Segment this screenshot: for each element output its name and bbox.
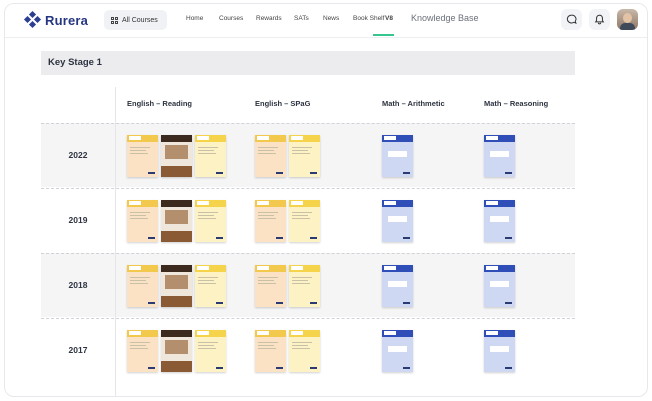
paper-cover[interactable] [382,200,413,242]
paper-cover[interactable] [195,330,226,372]
paper-cover[interactable] [289,265,320,307]
logo-text: Rurera [45,12,89,28]
paper-cover[interactable] [255,330,286,372]
paper-cover[interactable] [161,200,192,242]
row-divider [41,123,575,124]
cover-group [382,330,413,372]
nav-news[interactable]: News [323,15,339,22]
column-divider [115,87,116,396]
cover-group [255,200,320,242]
year-label: 2022 [68,150,88,160]
app-window: Rurera All Courses Home Courses Rewards … [4,3,648,397]
cover-group [382,200,413,242]
knowledge-base-link[interactable]: Knowledge Base [411,13,479,23]
column-header: Math – Arithmetic [382,99,445,108]
column-header: English – Reading [127,99,193,108]
all-courses-button[interactable]: All Courses [104,10,167,30]
nav-book-shelf[interactable]: Book Shelf [353,15,384,22]
nav-rewards[interactable]: Rewards [256,15,282,22]
paper-cover[interactable] [382,135,413,177]
papers-grid: English – Reading English – SPaG Math – … [41,87,575,396]
nav-home[interactable]: Home [186,15,203,22]
logo[interactable]: Rurera [23,10,89,29]
paper-cover[interactable] [289,330,320,372]
paper-cover[interactable] [255,135,286,177]
cover-group [255,135,320,177]
paper-cover[interactable] [127,265,158,307]
paper-cover[interactable] [195,200,226,242]
logo-icon [23,10,42,29]
grid-icon [111,16,118,24]
cover-group [127,135,226,177]
cover-group [484,330,515,372]
paper-cover[interactable] [289,200,320,242]
chat-button[interactable] [561,9,582,30]
cover-group [484,265,515,307]
column-header: Math – Reasoning [484,99,549,108]
paper-cover[interactable] [382,330,413,372]
row-divider [41,188,575,189]
main-content: Key Stage 1 English – Reading English – … [5,39,647,396]
stage-title: Key Stage 1 [41,51,575,75]
paper-cover[interactable] [289,135,320,177]
all-courses-label: All Courses [122,16,158,24]
paper-cover[interactable] [484,200,515,242]
chat-icon [566,14,577,25]
cover-group [127,200,226,242]
avatar[interactable] [617,9,638,30]
row-divider [41,253,575,254]
paper-cover[interactable] [127,200,158,242]
paper-cover[interactable] [195,265,226,307]
nav-sats[interactable]: SATs [294,15,309,22]
year-label: 2019 [68,215,88,225]
cover-group [484,135,515,177]
paper-cover[interactable] [127,330,158,372]
bell-icon [594,14,605,25]
cover-group [255,330,320,372]
nav-courses[interactable]: Courses [219,15,243,22]
paper-cover[interactable] [484,265,515,307]
paper-cover[interactable] [382,265,413,307]
row-divider [41,318,575,319]
year-label: 2018 [68,280,88,290]
paper-cover[interactable] [255,265,286,307]
column-header: English – SPaG [255,99,311,108]
paper-cover[interactable] [195,135,226,177]
paper-cover[interactable] [161,135,192,177]
cover-group [127,330,226,372]
cover-group [382,265,413,307]
cover-group [255,265,320,307]
cover-group [127,265,226,307]
top-header: Rurera All Courses Home Courses Rewards … [5,4,647,38]
notifications-button[interactable] [589,9,610,30]
nav-badge: V8 [385,15,393,22]
cover-group [382,135,413,177]
nav-active-indicator [373,34,394,36]
cover-group [484,200,515,242]
paper-cover[interactable] [484,330,515,372]
paper-cover[interactable] [161,265,192,307]
paper-cover[interactable] [127,135,158,177]
paper-cover[interactable] [484,135,515,177]
year-label: 2017 [68,345,88,355]
paper-cover[interactable] [161,330,192,372]
paper-cover[interactable] [255,200,286,242]
